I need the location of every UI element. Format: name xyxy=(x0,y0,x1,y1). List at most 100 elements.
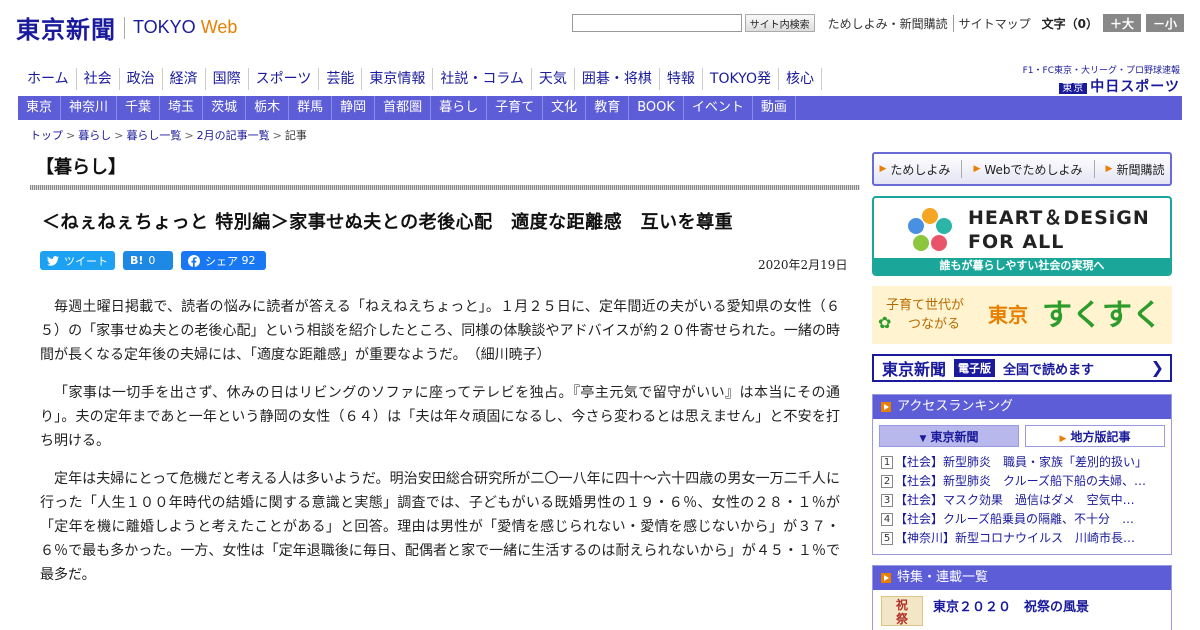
access-ranking: アクセスランキング ▼ 東京新聞 ▶ 地方版記事 1 【社会】新型肺炎 職員・家族「差… xyxy=(872,394,1172,555)
chunichi-tagline: F1・FC東京・大リーグ・プロ野球速報 xyxy=(1022,66,1180,76)
chunichi-badge: 東京 xyxy=(1059,83,1088,94)
nav-home[interactable]: ホーム xyxy=(18,68,77,90)
rank-number: 3 xyxy=(881,494,893,507)
rank-number: 1 xyxy=(881,456,893,469)
breadcrumb-current: 記事 xyxy=(284,129,307,142)
site-header: 東京新聞 TOKYO Web サイト内検索 ためしよみ・新聞購読 サイトマップ … xyxy=(0,0,1200,52)
ranking-item[interactable]: 2 【社会】新型肺炎 クルーズ船下船の夫婦、… xyxy=(881,472,1163,491)
font-size-label: 文字（0） xyxy=(1041,16,1098,31)
arrow-right-icon: ▶ xyxy=(973,164,981,174)
nav-international[interactable]: 国際 xyxy=(206,68,249,90)
trial-subscribe-link[interactable]: ためしよみ・新聞購読 xyxy=(823,15,953,32)
ranking-header: アクセスランキング xyxy=(873,395,1171,419)
breadcrumb-separator: > xyxy=(114,129,124,142)
subnav-shizuoka[interactable]: 静岡 xyxy=(332,96,376,120)
subnav-tokyo[interactable]: 東京 xyxy=(18,96,62,120)
facebook-share-button[interactable]: シェア 92 xyxy=(181,251,266,270)
breadcrumb-living-list[interactable]: 暮らし一覧 xyxy=(126,129,181,142)
nav-go-shogi[interactable]: 囲碁・将棋 xyxy=(575,68,660,90)
site-logo[interactable]: 東京新聞 TOKYO Web xyxy=(16,10,237,45)
ranking-item-text: 【社会】マスク効果 過信はダメ 空気中… xyxy=(895,493,1135,507)
subnav-metropolitan[interactable]: 首都圏 xyxy=(375,96,432,120)
subscribe-label: 新聞購読 xyxy=(1116,162,1165,177)
web-trial-read-link[interactable]: ▶ Webでためしよみ xyxy=(973,161,1082,178)
tab-local-articles[interactable]: ▶ 地方版記事 xyxy=(1025,425,1165,447)
chunichi-sports-banner[interactable]: F1・FC東京・大リーグ・プロ野球速報 東京 中日スポーツ xyxy=(1023,63,1180,96)
feature-item[interactable]: 祝 祭 東京２０２０ 祝祭の風景 xyxy=(873,590,1171,630)
ranking-title: アクセスランキング xyxy=(897,399,1013,414)
ranking-item[interactable]: 5 【神奈川】新型コロナウイルス 川崎市長… xyxy=(881,529,1163,548)
subnav-kanagawa[interactable]: 神奈川 xyxy=(61,96,118,120)
font-smaller-button[interactable]: －小 xyxy=(1146,14,1184,32)
section-title: 【暮らし】 xyxy=(36,157,126,178)
subnav-saitama[interactable]: 埼玉 xyxy=(160,96,204,120)
subscribe-link[interactable]: ▶ 新聞購読 xyxy=(1106,161,1165,178)
rank-number: 2 xyxy=(881,475,893,488)
arrow-right-icon: ▶ xyxy=(879,164,887,174)
breadcrumb-month-list[interactable]: 2月の記事一覧 xyxy=(197,129,270,142)
hatena-bookmark-button[interactable]: B! 0 xyxy=(123,251,173,270)
feature-title: 東京２０２０ 祝祭の風景 xyxy=(933,600,1090,615)
arrow-square-icon xyxy=(881,402,891,412)
rank-number: 5 xyxy=(881,532,893,545)
nav-kakushin[interactable]: 核心 xyxy=(779,68,822,90)
tab-local-articles-label: 地方版記事 xyxy=(1070,430,1131,444)
sitemap-link[interactable]: サイトマップ xyxy=(952,14,1036,32)
heart-design-title: HEART＆DESiGN FOR ALL xyxy=(968,206,1150,254)
subnav-living[interactable]: 暮らし xyxy=(431,96,488,120)
tab-tokyo-shimbun[interactable]: ▼ 東京新聞 xyxy=(879,425,1019,447)
triangle-down-icon: ▼ xyxy=(919,434,927,444)
nav-editorial-column[interactable]: 社説・コラム xyxy=(433,68,532,90)
font-larger-button[interactable]: ＋大 xyxy=(1103,14,1141,32)
nav-weather[interactable]: 天気 xyxy=(532,68,575,90)
subnav-events[interactable]: イベント xyxy=(684,96,753,120)
page: 東京新聞 TOKYO Web サイト内検索 ためしよみ・新聞購読 サイトマップ … xyxy=(0,0,1200,630)
nav-sports[interactable]: スポーツ xyxy=(249,68,320,90)
digital-edition-badge: 電子版 xyxy=(954,359,996,377)
ranking-item[interactable]: 1 【社会】新型肺炎 職員・家族「差別的扱い」 xyxy=(881,453,1163,472)
subnav-gunma[interactable]: 群馬 xyxy=(289,96,333,120)
nav-politics[interactable]: 政治 xyxy=(120,68,163,90)
nav-tokyo-hatsu[interactable]: TOKYO発 xyxy=(703,68,779,90)
subnav-video[interactable]: 動画 xyxy=(753,96,796,120)
nav-entertainment[interactable]: 芸能 xyxy=(319,68,363,90)
site-search-button[interactable]: サイト内検索 xyxy=(744,14,815,32)
hatena-icon: B! xyxy=(130,254,144,267)
subnav-culture[interactable]: 文化 xyxy=(543,96,587,120)
tweet-button[interactable]: ツイート xyxy=(40,251,115,270)
twitter-bird-icon xyxy=(47,255,59,266)
facebook-share-label: シェア xyxy=(205,254,238,268)
ranking-tabs: ▼ 東京新聞 ▶ 地方版記事 xyxy=(873,419,1171,451)
sukusuku-logo: すくすく xyxy=(1042,298,1162,333)
subnav-chiba[interactable]: 千葉 xyxy=(117,96,161,120)
breadcrumb-separator: > xyxy=(272,129,282,142)
chunichi-name: 中日スポーツ xyxy=(1090,79,1180,95)
breadcrumb-living[interactable]: 暮らし xyxy=(78,129,111,142)
sukusuku-tokyo: 東京 xyxy=(988,303,1028,327)
nav-tokyo-info[interactable]: 東京情報 xyxy=(362,68,434,90)
nav-special-report[interactable]: 特報 xyxy=(660,68,703,90)
ranking-item[interactable]: 3 【社会】マスク効果 過信はダメ 空気中… xyxy=(881,491,1163,510)
heart-design-banner[interactable]: HEART＆DESiGN FOR ALL 誰もが暮らしやすい社会の実現へ xyxy=(872,196,1172,276)
tokyo-sukusuku-banner[interactable]: ✿ 子育て世代が つながる 東京 すくすく xyxy=(872,286,1172,344)
subnav-education[interactable]: 教育 xyxy=(586,96,630,120)
ranking-item[interactable]: 4 【社会】クルーズ船乗員の隔離、不十分 … xyxy=(881,510,1163,529)
subnav-ibaraki[interactable]: 茨城 xyxy=(203,96,247,120)
trial-read-link[interactable]: ▶ ためしよみ xyxy=(880,161,951,178)
region-nav: 東京 神奈川 千葉 埼玉 茨城 栃木 群馬 静岡 首都圏 暮らし 子育て 文化 … xyxy=(18,96,1182,120)
heart-design-logo-icon xyxy=(908,208,952,251)
heart-design-caption: 誰もが暮らしやすい社会の実現へ xyxy=(874,258,1170,274)
features-title: 特集・連載一覧 xyxy=(897,570,989,585)
subnav-book[interactable]: BOOK xyxy=(629,96,684,120)
digital-edition-banner[interactable]: 東京新聞 電子版 全国で読めます ❯ xyxy=(872,354,1172,382)
utility-bar: サイト内検索 ためしよみ・新聞購読 サイトマップ 文字（0） ＋大 －小 xyxy=(571,14,1184,32)
nav-society[interactable]: 社会 xyxy=(77,68,120,90)
breadcrumb-top[interactable]: トップ xyxy=(30,129,63,142)
heart-design-line2: FOR ALL xyxy=(968,231,1065,253)
nav-economy[interactable]: 経済 xyxy=(163,68,206,90)
ranking-item-text: 【神奈川】新型コロナウイルス 川崎市長… xyxy=(895,531,1136,545)
flower-icon: ✿ xyxy=(878,313,892,332)
subnav-parenting[interactable]: 子育て xyxy=(487,96,544,120)
site-search-input[interactable] xyxy=(571,14,742,32)
subnav-tochigi[interactable]: 栃木 xyxy=(246,96,290,120)
